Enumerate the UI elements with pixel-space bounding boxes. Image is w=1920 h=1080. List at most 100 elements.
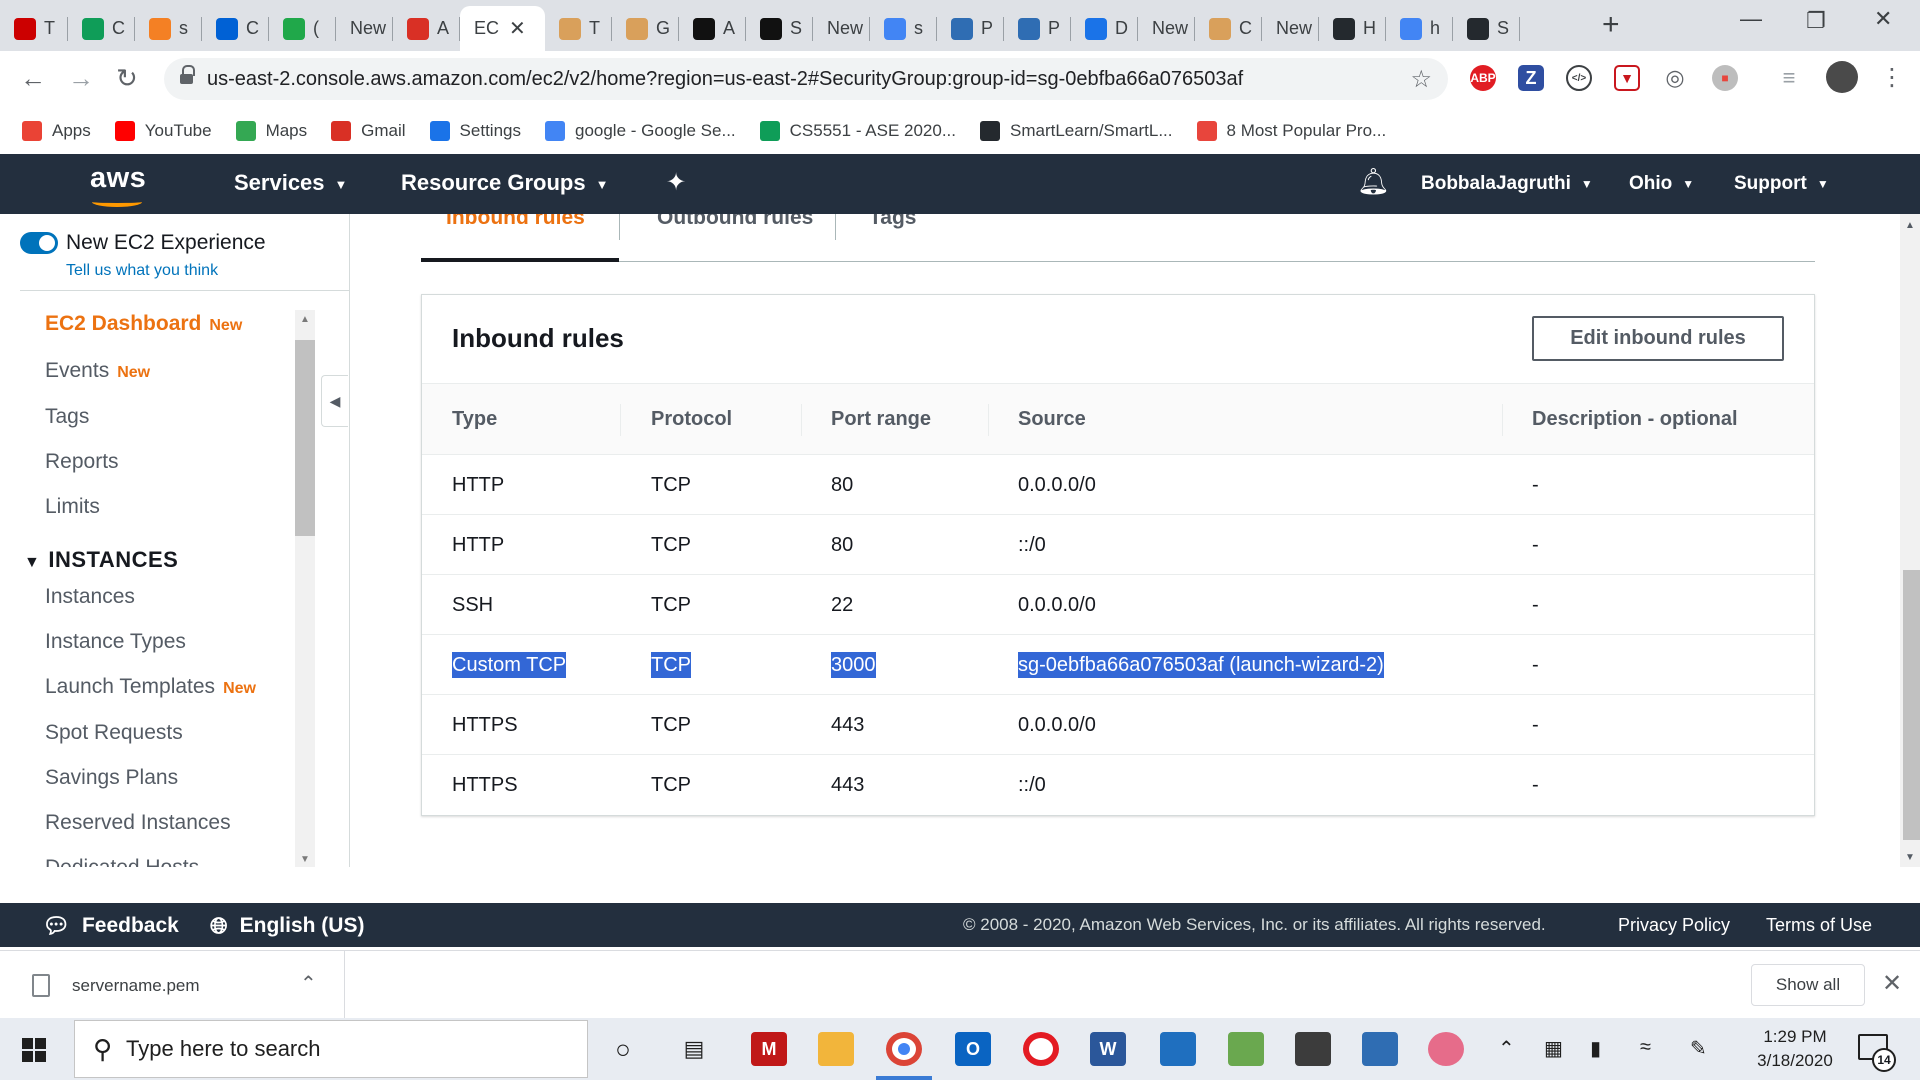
bookmark-item[interactable]: SmartLearn/SmartL...: [980, 121, 1173, 141]
feedback-link[interactable]: Tell us what you think: [66, 262, 218, 280]
instances-section-header[interactable]: ▼ INSTANCES: [24, 547, 178, 573]
scroll-up-icon[interactable]: ▲: [300, 314, 310, 325]
column-header-protocol[interactable]: Protocol: [651, 408, 732, 431]
back-arrow-icon[interactable]: ←: [20, 63, 46, 94]
bookmark-item[interactable]: Apps: [22, 121, 91, 141]
address-bar[interactable]: us-east-2.console.aws.amazon.com/ec2/v2/…: [164, 58, 1448, 100]
taskbar-clock[interactable]: 1:29 PM 3/18/2020: [1740, 1025, 1850, 1073]
terms-of-use-link[interactable]: Terms of Use: [1766, 915, 1872, 936]
scroll-up-icon[interactable]: ▲: [1905, 220, 1915, 231]
tab-tags[interactable]: Tags: [869, 214, 916, 230]
browser-tab[interactable]: C: [1195, 6, 1262, 51]
reload-icon[interactable]: ↻: [116, 63, 138, 94]
close-tab-icon[interactable]: ✕: [509, 16, 526, 41]
adblock-icon[interactable]: ABP: [1470, 65, 1496, 91]
browser-tab[interactable]: New: [1138, 6, 1195, 51]
sidebar-item[interactable]: Spot Requests: [45, 721, 183, 745]
table-row[interactable]: Custom TCP TCP 3000 sg-0ebfba66a076503af (l…: [422, 635, 1814, 695]
tab-outbound-rules[interactable]: Outbound rules: [657, 214, 813, 230]
media-controls-icon[interactable]: ≡: [1776, 65, 1802, 91]
notepad-icon[interactable]: [1228, 1032, 1264, 1066]
zotero-icon[interactable]: Z: [1518, 65, 1544, 91]
sidebar-item[interactable]: EC2 Dashboard New: [45, 312, 242, 336]
browser-tab[interactable]: h: [1386, 6, 1453, 51]
outlook-icon[interactable]: O: [955, 1032, 991, 1066]
close-download-bar-icon[interactable]: ✕: [1882, 969, 1902, 998]
sidebar-item[interactable]: Reports: [45, 450, 119, 474]
scrollbar-thumb[interactable]: [295, 340, 315, 536]
browser-tab[interactable]: (: [269, 6, 336, 51]
feedback-button[interactable]: 💬︎ Feedback: [42, 913, 179, 939]
restore-button[interactable]: ❐: [1806, 8, 1826, 34]
browser-tab[interactable]: T: [0, 6, 68, 51]
sidebar-item[interactable]: Instance Types: [45, 630, 186, 654]
new-tab-button[interactable]: +: [1602, 8, 1620, 42]
language-selector[interactable]: 🌐︎ English (US): [210, 913, 364, 939]
browser-tab[interactable]: S: [746, 6, 813, 51]
tab-inbound-rules[interactable]: Inbound rules: [446, 214, 585, 230]
browser-tab[interactable]: H: [1319, 6, 1386, 51]
browser-tab[interactable]: T: [545, 6, 612, 51]
new-experience-toggle[interactable]: [20, 232, 58, 254]
task-view-icon[interactable]: ▤: [676, 1032, 712, 1066]
chevron-up-icon[interactable]: ⌃: [300, 971, 317, 996]
app-icon[interactable]: [1428, 1032, 1464, 1066]
bookmark-item[interactable]: YouTube: [114, 121, 212, 141]
resource-groups-menu[interactable]: Resource Groups ▼: [401, 170, 608, 196]
pin-icon[interactable]: ✦: [666, 168, 686, 197]
bookmark-item[interactable]: CS5551 - ASE 2020...: [759, 121, 956, 141]
browser-tab[interactable]: P: [937, 6, 1004, 51]
collapse-sidebar-button[interactable]: ◀: [321, 375, 348, 427]
scroll-down-icon[interactable]: ▼: [1905, 852, 1915, 863]
browser-tab[interactable]: New: [813, 6, 870, 51]
privacy-policy-link[interactable]: Privacy Policy: [1618, 915, 1730, 936]
browser-tab[interactable]: A: [393, 6, 460, 51]
browser-tab[interactable]: s: [870, 6, 937, 51]
bookmark-item[interactable]: Maps: [235, 121, 307, 141]
globe-icon[interactable]: ◎: [1662, 65, 1688, 91]
windows-start-icon[interactable]: [22, 1038, 46, 1062]
sidebar-item[interactable]: Savings Plans: [45, 766, 178, 790]
browser-tab[interactable]: S: [1453, 6, 1520, 51]
opera-icon[interactable]: [1023, 1032, 1059, 1066]
scroll-down-icon[interactable]: ▼: [300, 854, 310, 865]
edit-inbound-rules-button[interactable]: Edit inbound rules: [1532, 316, 1784, 361]
word-icon[interactable]: W: [1090, 1032, 1126, 1066]
code-ext-icon[interactable]: </>: [1566, 65, 1592, 91]
services-menu[interactable]: Services ▼: [234, 170, 347, 196]
sidebar-item[interactable]: Limits: [45, 495, 100, 519]
sidebar-scrollbar[interactable]: ▲ ▼: [295, 310, 315, 867]
column-header-port-range[interactable]: Port range: [831, 408, 931, 431]
forward-arrow-icon[interactable]: →: [68, 63, 94, 94]
network-app-icon[interactable]: [1362, 1032, 1398, 1066]
profile-avatar[interactable]: [1826, 61, 1858, 93]
window-close-button[interactable]: ✕: [1874, 6, 1892, 32]
pen-icon[interactable]: ✎: [1690, 1036, 1707, 1061]
sidebar-item[interactable]: Reserved Instances: [45, 811, 231, 835]
download-item[interactable]: servername.pem ⌃: [0, 951, 345, 1019]
sidebar-item[interactable]: Dedicated Hosts: [45, 856, 199, 867]
browser-tab[interactable]: P: [1004, 6, 1071, 51]
table-row[interactable]: HTTP TCP 80::/0 -: [422, 515, 1814, 575]
browser-tab[interactable]: G: [612, 6, 679, 51]
table-row[interactable]: HTTPS TCP 443::/0 -: [422, 755, 1814, 815]
sidebar-item[interactable]: Instances: [45, 585, 135, 609]
main-scrollbar[interactable]: ▲ ▼: [1900, 214, 1920, 867]
sidebar-item[interactable]: Tags: [45, 405, 89, 429]
bookmark-item[interactable]: Settings: [429, 121, 521, 141]
cortana-icon[interactable]: ○: [605, 1032, 641, 1066]
sidebar-item[interactable]: Events New: [45, 359, 150, 383]
browser-tab[interactable]: C: [68, 6, 135, 51]
table-row[interactable]: SSH TCP 22 0.0.0.0/0 -: [422, 575, 1814, 635]
browser-tab[interactable]: A: [679, 6, 746, 51]
bookmark-item[interactable]: google - Google Se...: [544, 121, 736, 141]
sidebar-item[interactable]: Launch Templates New: [45, 675, 256, 699]
shield-ext-icon[interactable]: ▼: [1614, 65, 1640, 91]
battery-icon[interactable]: ▮: [1590, 1036, 1601, 1061]
column-header-source[interactable]: Source: [1018, 408, 1086, 431]
chrome-icon[interactable]: [886, 1032, 922, 1066]
browser-tab[interactable]: New: [1262, 6, 1319, 51]
minimize-button[interactable]: —: [1740, 6, 1762, 32]
table-row[interactable]: HTTP TCP 80 0.0.0.0/0 -: [422, 455, 1814, 515]
table-row[interactable]: HTTPS TCP 443 0.0.0.0/0 -: [422, 695, 1814, 755]
